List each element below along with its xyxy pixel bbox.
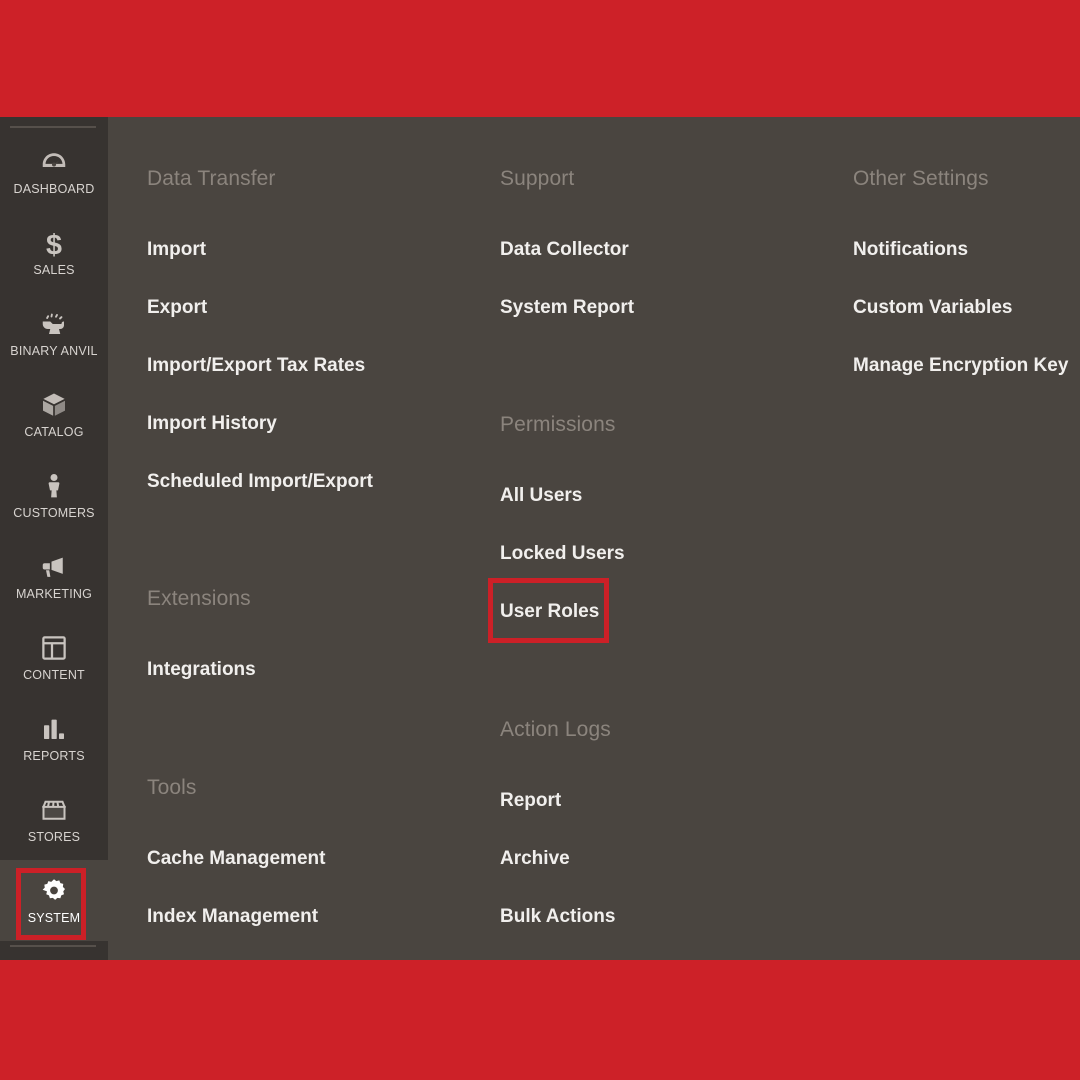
- menu-item-custom-variables[interactable]: Custom Variables: [853, 297, 1012, 319]
- sidebar-item-label: CATALOG: [24, 426, 83, 439]
- sidebar-item-label: CONTENT: [23, 669, 85, 682]
- sidebar-item-label: REPORTS: [23, 750, 85, 763]
- sidebar-divider-top: [10, 126, 96, 128]
- menu-group-title-data-transfer: Data Transfer: [147, 167, 276, 191]
- sidebar-item-label: CUSTOMERS: [13, 507, 94, 520]
- sidebar-item-binary-anvil[interactable]: BINARY ANVIL: [0, 293, 108, 374]
- sidebar-item-customers[interactable]: CUSTOMERS: [0, 455, 108, 536]
- sidebar-item-label: MARKETING: [16, 588, 92, 601]
- sidebar-item-label: BINARY ANVIL: [10, 345, 97, 358]
- sidebar-item-label: SALES: [33, 264, 74, 277]
- menu-item-report[interactable]: Report: [500, 790, 561, 812]
- menu-item-archive[interactable]: Archive: [500, 848, 570, 870]
- megaphone-icon: [39, 552, 69, 582]
- dollar-sign-icon: $: [39, 228, 69, 258]
- bar-chart-icon: [39, 714, 69, 744]
- menu-item-notifications[interactable]: Notifications: [853, 239, 968, 261]
- menu-item-cache-management[interactable]: Cache Management: [147, 848, 325, 870]
- menu-item-system-report[interactable]: System Report: [500, 297, 634, 319]
- svg-text:$: $: [46, 229, 62, 258]
- system-menu-panel: Data Transfer Import Export Import/Expor…: [108, 117, 1080, 960]
- gear-icon: [39, 876, 69, 906]
- menu-item-import-history[interactable]: Import History: [147, 413, 277, 435]
- storefront-icon: [39, 795, 69, 825]
- menu-group-title-action-logs: Action Logs: [500, 718, 611, 742]
- sidebar-nav-list: DASHBOARD $ SALES BINARY ANVIL: [0, 131, 108, 941]
- dashboard-gauge-icon: [39, 147, 69, 177]
- sidebar-item-sales[interactable]: $ SALES: [0, 212, 108, 293]
- menu-item-manage-encryption-key[interactable]: Manage Encryption Key: [853, 355, 1068, 377]
- menu-item-import-export-tax-rates[interactable]: Import/Export Tax Rates: [147, 355, 365, 377]
- sidebar-item-label: STORES: [28, 831, 80, 844]
- sidebar-item-label: DASHBOARD: [14, 183, 95, 196]
- sidebar-item-catalog[interactable]: CATALOG: [0, 374, 108, 455]
- layout-page-icon: [39, 633, 69, 663]
- bottom-banner: [0, 960, 1080, 1080]
- menu-item-index-management[interactable]: Index Management: [147, 906, 318, 928]
- anvil-icon: [39, 309, 69, 339]
- menu-item-bulk-actions[interactable]: Bulk Actions: [500, 906, 615, 928]
- menu-group-title-other-settings: Other Settings: [853, 167, 989, 191]
- menu-group-title-tools: Tools: [147, 776, 197, 800]
- menu-item-integrations[interactable]: Integrations: [147, 659, 256, 681]
- sidebar-item-marketing[interactable]: MARKETING: [0, 536, 108, 617]
- menu-item-locked-users[interactable]: Locked Users: [500, 543, 625, 565]
- sidebar-item-stores[interactable]: STORES: [0, 779, 108, 860]
- sidebar-item-reports[interactable]: REPORTS: [0, 698, 108, 779]
- top-banner: [0, 0, 1080, 117]
- menu-group-title-extensions: Extensions: [147, 587, 251, 611]
- box-icon: [39, 390, 69, 420]
- menu-group-title-permissions: Permissions: [500, 413, 615, 437]
- menu-item-all-users[interactable]: All Users: [500, 485, 582, 507]
- admin-stage: DASHBOARD $ SALES BINARY ANVIL: [0, 117, 1080, 960]
- menu-item-export[interactable]: Export: [147, 297, 207, 319]
- sidebar-item-label: SYSTEM: [28, 912, 81, 925]
- sidebar-divider-bottom: [10, 945, 96, 947]
- menu-item-user-roles[interactable]: User Roles: [500, 601, 599, 623]
- sidebar-item-system[interactable]: SYSTEM: [0, 860, 108, 941]
- menu-item-scheduled-import-export[interactable]: Scheduled Import/Export: [147, 471, 373, 493]
- sidebar-item-content[interactable]: CONTENT: [0, 617, 108, 698]
- menu-group-title-support: Support: [500, 167, 574, 191]
- person-icon: [39, 471, 69, 501]
- left-sidebar: DASHBOARD $ SALES BINARY ANVIL: [0, 117, 108, 960]
- sidebar-item-dashboard[interactable]: DASHBOARD: [0, 131, 108, 212]
- menu-item-data-collector[interactable]: Data Collector: [500, 239, 629, 261]
- menu-item-import[interactable]: Import: [147, 239, 206, 261]
